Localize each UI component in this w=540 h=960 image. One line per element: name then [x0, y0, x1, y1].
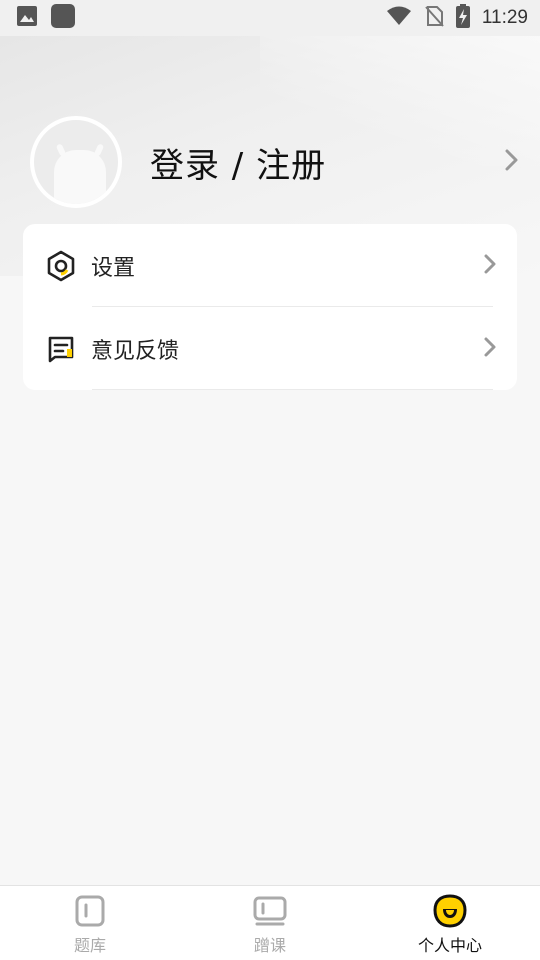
menu-divider: [92, 389, 493, 390]
battery-charging-icon: [455, 4, 470, 32]
tab-course[interactable]: 蹭课: [180, 886, 360, 960]
chevron-right-icon: [483, 336, 497, 362]
tab-profile-label: 个人中心: [417, 936, 482, 955]
feedback-message-icon: [45, 333, 77, 365]
chevron-right-icon: [504, 148, 520, 176]
status-bar: 11:29: [0, 0, 540, 36]
tab-question-bank[interactable]: 题库: [0, 886, 180, 960]
status-time: 11:29: [481, 7, 528, 28]
no-sim-icon: [424, 5, 444, 31]
tab-course-label: 蹭课: [253, 936, 286, 955]
question-bank-icon: [73, 894, 107, 928]
menu-item-feedback-label: 意见反馈: [91, 338, 180, 364]
tab-profile[interactable]: 个人中心: [360, 886, 540, 960]
status-left: [16, 3, 76, 33]
wifi-icon: [386, 6, 412, 30]
profile-face-icon: [433, 894, 467, 928]
android-avatar-icon[interactable]: [30, 116, 122, 208]
menu-card: 设置 意见反馈: [23, 224, 517, 390]
menu-item-settings[interactable]: 设置: [23, 224, 517, 307]
login-register-row[interactable]: 登录 / 注册: [30, 116, 520, 208]
menu-item-feedback[interactable]: 意见反馈: [23, 307, 517, 390]
settings-hexagon-icon: [45, 250, 77, 282]
menu-item-settings-label: 设置: [91, 255, 136, 281]
login-register-label[interactable]: 登录 / 注册: [150, 138, 504, 187]
tv-course-icon: [253, 894, 287, 928]
app-icon: [50, 3, 76, 33]
tab-question-bank-label: 题库: [73, 936, 106, 955]
chevron-right-icon: [483, 253, 497, 279]
bottom-tab-bar: 题库 蹭课 个人中心: [0, 885, 540, 960]
status-right: 11:29: [386, 4, 528, 32]
image-icon: [16, 5, 38, 31]
